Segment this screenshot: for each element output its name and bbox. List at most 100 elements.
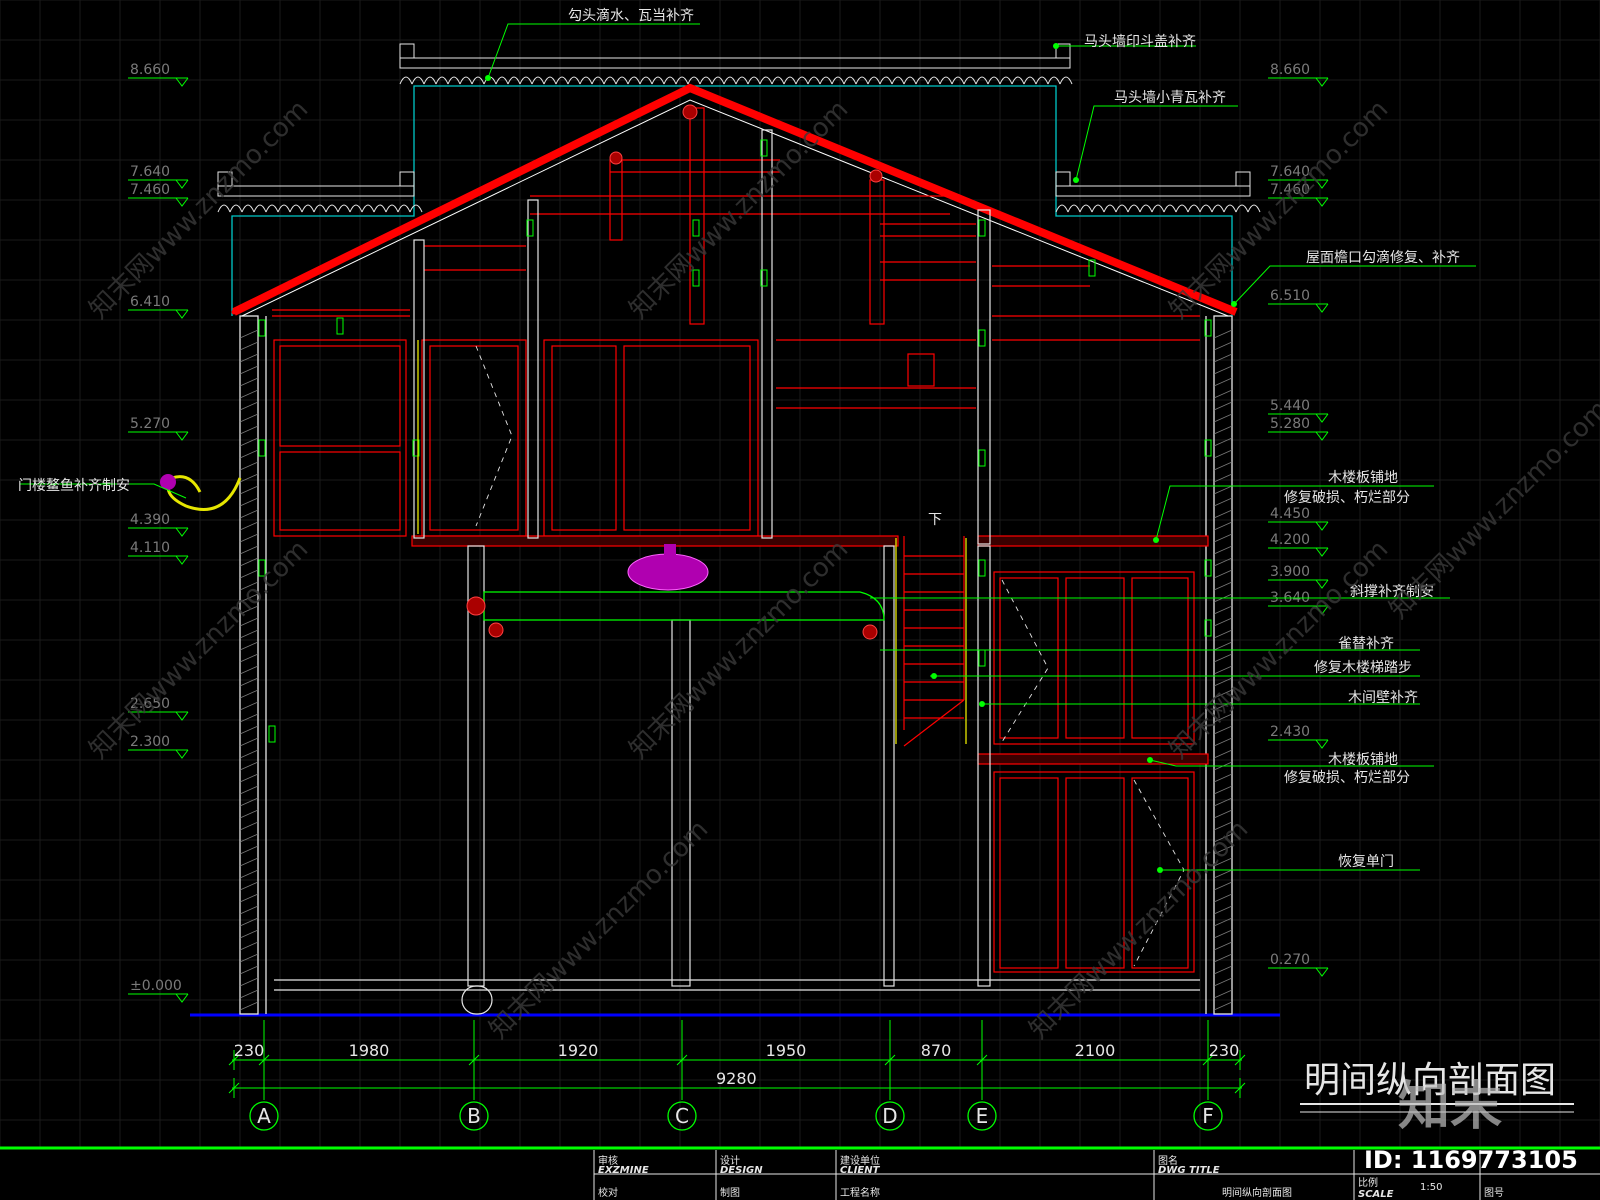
dimension-segment: 230 (234, 1041, 265, 1060)
annotation-floor1-a: 木楼板铺地 (1328, 470, 1398, 486)
roof-tile-left (550, 152, 556, 158)
roof-tile-left (470, 191, 476, 197)
roof-tile-right (960, 197, 966, 203)
axis-label: D (882, 1104, 897, 1128)
roof-tile-right (1097, 253, 1102, 259)
tb-client-en: CLIENT (840, 1165, 881, 1176)
roof-tile-left (539, 158, 545, 164)
tb-dwg-value: 明间纵向剖面图 (1222, 1186, 1292, 1199)
roof-tile-left (242, 303, 248, 309)
dimension-segment: 2100 (1075, 1041, 1116, 1060)
roof-tile-left (322, 264, 328, 270)
tb-design-en: DESIGN (720, 1165, 763, 1176)
annotation-top-tiles: 勾头滴水、瓦当补齐 (568, 7, 694, 24)
roof-tile-left (527, 163, 533, 169)
roof-tile-right (1028, 225, 1034, 231)
tb-scale-value: 1:50 (1420, 1182, 1442, 1193)
roof-tile-left (641, 107, 647, 113)
roof-tile-left (516, 169, 522, 175)
roof-tile-left (584, 135, 590, 141)
roof-tile-left (254, 298, 260, 304)
roof-tile-left (562, 147, 568, 153)
annotation-bracket: 雀替补齐 (1338, 636, 1394, 652)
roof-tile-right (1137, 270, 1143, 276)
roof-tile-left (311, 270, 317, 276)
roof-tile-left (676, 91, 682, 97)
roof-tile-left (596, 130, 602, 136)
tb-project: 工程名称 (840, 1186, 880, 1199)
annotation-stair: 修复木楼梯踏步 (1314, 659, 1412, 676)
tb-check: 校对 (598, 1186, 618, 1199)
elevation-value: ±0.000 (130, 978, 182, 994)
roof-tile-left (402, 225, 408, 231)
elevation-value: 5.440 (1270, 398, 1310, 414)
roof-tile-right (1110, 259, 1116, 265)
tb-review-en: EXZMINE (598, 1165, 649, 1176)
elevation-value: 5.280 (1270, 416, 1310, 432)
annotation-floor1-b: 修复破损、朽烂部分 (1284, 489, 1410, 506)
beam-ornament (627, 553, 709, 591)
tb-dwg-en: DWG TITLE (1158, 1165, 1220, 1176)
watermark-logo: 知末 (1398, 1077, 1502, 1137)
id-label: ID: 1169773105 (1364, 1146, 1578, 1174)
roof-tile-right (1001, 214, 1007, 220)
roof-tile-left (653, 102, 659, 108)
roof-tile-left (448, 203, 454, 209)
elevation-value: 3.900 (1270, 564, 1310, 580)
dimension-segment: 1950 (766, 1041, 807, 1060)
roof-tile-left (607, 124, 613, 130)
annotation-small-tile: 马头墙小青瓦补齐 (1114, 90, 1226, 106)
elevation-value: 6.510 (1270, 288, 1310, 304)
axis-label: B (467, 1104, 481, 1128)
elevation-value: 7.460 (130, 182, 170, 198)
roof-tile-right (755, 113, 761, 119)
roof-tile-right (864, 158, 870, 164)
roof-tile-right (769, 119, 775, 125)
roof-tile-right (1151, 275, 1157, 281)
roof-tile-left (505, 175, 511, 181)
roof-tile-right (1015, 219, 1021, 225)
roof-tile-left (425, 214, 431, 220)
roof-tile-right (878, 163, 884, 169)
elevation-value: 4.390 (130, 512, 170, 528)
roof-tile-right (974, 203, 980, 209)
roof-tile-left (630, 113, 636, 119)
annotation-eave: 屋面檐口勾滴修复、补齐 (1306, 249, 1460, 266)
roof-tile-right (919, 180, 925, 186)
roof-tile-left (619, 119, 625, 125)
roof-tile-left (664, 96, 670, 102)
roof-tile-left (459, 197, 465, 203)
roof-tile-right (714, 96, 720, 102)
annotation-partition: 木间壁补齐 (1348, 690, 1418, 706)
elevation-value: 7.640 (130, 164, 170, 180)
axis-label: C (675, 1104, 689, 1128)
axis-label: F (1202, 1104, 1214, 1128)
elevation-value: 6.410 (130, 294, 170, 310)
roof-tile-left (277, 287, 283, 293)
elevation-value: 4.110 (130, 540, 170, 556)
elevation-value: 2.300 (130, 734, 170, 750)
roof-tile-left (356, 247, 362, 253)
roof-tile-right (1069, 242, 1075, 248)
annotation-down: 下 (928, 512, 942, 528)
cad-drawing-canvas: 8.6607.6407.4606.4105.2704.3904.1102.650… (0, 0, 1600, 1200)
roof-tile-right (1056, 236, 1062, 242)
annotation-floor2-a: 木楼板铺地 (1328, 752, 1398, 768)
roof-tile-left (413, 219, 419, 225)
roof-tile-left (334, 259, 340, 265)
roof-tile-left (265, 292, 271, 298)
dimension-segment: 870 (921, 1041, 952, 1060)
roof-tile-right (1165, 281, 1171, 287)
annotation-stamp: 马头墙印斗盖补齐 (1084, 34, 1196, 50)
roof-tile-right (905, 175, 911, 181)
roof-tile-right (1042, 231, 1048, 237)
elevation-value: 4.450 (1270, 506, 1310, 522)
annotation-door: 恢复单门 (1338, 853, 1394, 870)
roof-tile-left (482, 186, 488, 192)
roof-tile-left (436, 208, 442, 214)
roof-tile-right (742, 107, 748, 113)
tb-draw: 制图 (720, 1186, 740, 1199)
elevation-value: 8.660 (130, 62, 170, 78)
roof-tile-right (892, 169, 898, 175)
dimension-total: 9280 (716, 1069, 757, 1088)
